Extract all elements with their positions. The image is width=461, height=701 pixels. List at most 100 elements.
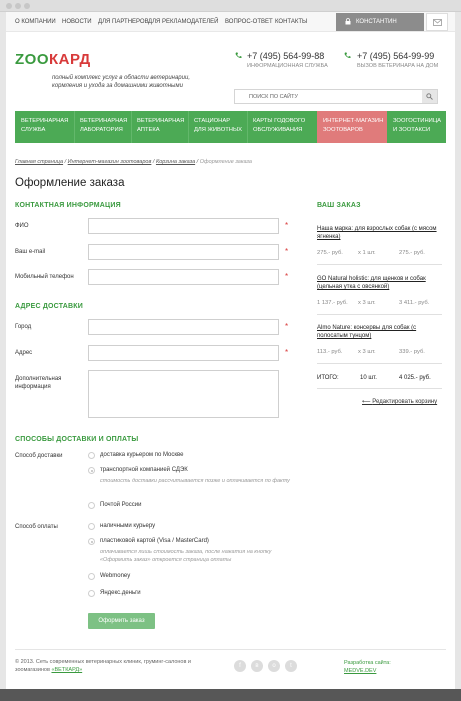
email-field[interactable] bbox=[88, 244, 279, 260]
delivery-post-radio[interactable] bbox=[88, 502, 95, 509]
payment-cash-radio[interactable] bbox=[88, 523, 95, 530]
divider bbox=[317, 363, 442, 364]
order-item-qty: х 3 шт. bbox=[358, 349, 376, 355]
mail-button[interactable] bbox=[426, 13, 448, 31]
vet-call-phone-caption: ВЫЗОВ ВЕТЕРИНАРА НА ДОМ bbox=[357, 63, 439, 69]
city-field[interactable] bbox=[88, 319, 279, 335]
vk-icon[interactable]: в bbox=[251, 660, 263, 672]
payment-note: оплачивается лишь стоимость заказа, посл… bbox=[100, 549, 272, 563]
divider bbox=[317, 264, 442, 265]
required-mark: * bbox=[285, 272, 289, 281]
odnoklassniki-icon[interactable]: о bbox=[268, 660, 280, 672]
delivery-courier-radio[interactable] bbox=[88, 452, 95, 459]
main-menu: ВЕТЕРИНАРНАЯ СЛУЖБА ВЕТЕРИНАРНАЯ ЛАБОРАТОР… bbox=[15, 111, 446, 143]
facebook-icon[interactable]: f bbox=[234, 660, 246, 672]
breadcrumb-shop[interactable]: Интернет-магазин зоотоваров bbox=[68, 159, 152, 165]
email-label: Ваш e-mail bbox=[15, 249, 46, 255]
nav-link-contacts[interactable]: КОНТАКТЫ bbox=[275, 19, 307, 25]
window-dot-icon bbox=[6, 3, 12, 9]
menu-item-vet-service[interactable]: ВЕТЕРИНАРНАЯ СЛУЖБА bbox=[15, 111, 68, 143]
menu-item-online-shop[interactable]: ИНТЕРНЕТ-МАГАЗИН ЗООТОВАРОВ bbox=[317, 111, 387, 143]
order-item-sum: 3 411.- руб. bbox=[399, 300, 430, 306]
phone-icon bbox=[235, 52, 242, 59]
envelope-icon bbox=[433, 19, 442, 26]
order-item-price: 275.- руб. bbox=[317, 250, 343, 256]
menu-item-vet-pharmacy[interactable]: ВЕТЕРИНАРНАЯ АПТЕКА bbox=[131, 111, 188, 143]
window-dot-icon bbox=[24, 3, 30, 9]
required-mark: * bbox=[285, 221, 289, 230]
footer-divider bbox=[15, 649, 446, 650]
delivery-courier-label[interactable]: доставка курьером по Москве bbox=[100, 452, 183, 458]
lock-icon bbox=[345, 18, 351, 25]
vet-call-phone[interactable]: +7 (495) 564-99-99 bbox=[357, 51, 434, 61]
address-field[interactable] bbox=[88, 345, 279, 361]
order-item-name[interactable]: Almo Nature: консервы для собак (с полос… bbox=[317, 324, 445, 340]
contact-section-heading: КОНТАКТНАЯ ИНФОРМАЦИЯ bbox=[15, 202, 121, 209]
payment-webmoney-label[interactable]: Webmoney bbox=[100, 573, 130, 579]
site-tagline: полный комплекс услуг в области ветерина… bbox=[52, 75, 190, 89]
payment-yandex-label[interactable]: Яндекс.деньги bbox=[100, 590, 141, 596]
menu-item-vet-lab[interactable]: ВЕТЕРИНАРНАЯ ЛАБОРАТОРИЯ bbox=[74, 111, 131, 143]
fio-field[interactable] bbox=[88, 218, 279, 234]
menu-item-service-cards[interactable]: КАРТЫ ГОДОВОГО ОБСЛУЖИВАНИЯ bbox=[247, 111, 317, 143]
order-item-qty: х 3 шт. bbox=[358, 300, 376, 306]
payment-webmoney-radio[interactable] bbox=[88, 573, 95, 580]
city-label: Город bbox=[15, 324, 32, 330]
order-item-sum: 275.- руб. bbox=[399, 250, 425, 256]
menu-item-pet-hotel[interactable]: ЗООГОСТИНИЦА И ЗООТАКСИ bbox=[387, 111, 446, 143]
window-dot-icon bbox=[15, 3, 21, 9]
nav-link-advertisers[interactable]: ДЛЯ РЕКЛАМОДАТЕЛЕЙ bbox=[148, 19, 219, 25]
nav-link-about[interactable]: О КОМПАНИИ bbox=[15, 19, 56, 25]
required-mark: * bbox=[285, 348, 289, 357]
breadcrumb-current: Оформление заказа bbox=[199, 159, 252, 165]
divider bbox=[317, 388, 442, 389]
nav-link-news[interactable]: НОВОСТИ bbox=[62, 19, 92, 25]
order-section-heading: ВАШ ЗАКАЗ bbox=[317, 202, 361, 209]
footer-brand-link[interactable]: «ВЕТКАРД» bbox=[51, 667, 82, 673]
payment-card-radio[interactable] bbox=[88, 538, 95, 545]
page-title: Оформление заказа bbox=[15, 177, 125, 189]
edit-cart-link[interactable]: ⟵ Редактировать корзину bbox=[362, 398, 437, 405]
delivery-method-label: Способ доставки bbox=[15, 453, 63, 459]
delivery-cdek-radio[interactable] bbox=[88, 467, 95, 474]
breadcrumb: Главная страница / Интернет-магазин зоот… bbox=[15, 159, 252, 165]
fio-label: ФИО bbox=[15, 223, 29, 229]
order-item-price: 113.- руб. bbox=[317, 349, 343, 355]
address-section-heading: АДРЕС ДОСТАВКИ bbox=[15, 303, 84, 310]
search-field[interactable]: ПОИСК ПО САЙТУ bbox=[234, 89, 438, 104]
total-sum: 4 025.- руб. bbox=[399, 375, 431, 381]
delivery-post-label[interactable]: Почтой России bbox=[100, 502, 141, 508]
payment-cash-label[interactable]: наличными курьеру bbox=[100, 523, 155, 529]
developer-link[interactable]: MEDVE.DEV bbox=[344, 667, 391, 675]
nav-link-partners[interactable]: ДЛЯ ПАРТНЕРОВ bbox=[98, 19, 149, 25]
total-label: ИТОГО: bbox=[317, 375, 339, 381]
footer-copyright: © 2013. Сеть современных ветеринарных кл… bbox=[15, 659, 191, 673]
site-logo[interactable]: ZOOКАРД bbox=[15, 51, 91, 68]
phone-field[interactable] bbox=[88, 269, 279, 285]
payment-yandex-radio[interactable] bbox=[88, 590, 95, 597]
user-account-button[interactable]: КОНСТАНТИН bbox=[336, 13, 424, 31]
order-item-name[interactable]: GO Natural holistic: для щенков и собак … bbox=[317, 275, 445, 291]
payment-method-label: Способ оплаты bbox=[15, 524, 58, 530]
nav-link-faq[interactable]: ВОПРОС-ОТВЕТ bbox=[225, 19, 273, 25]
delivery-section-heading: СПОСОБЫ ДОСТАВКИ И ОПЛАТЫ bbox=[15, 436, 139, 443]
phone-label: Мобильный телефон bbox=[15, 274, 74, 280]
payment-card-label[interactable]: пластиковой картой (Visa / MasterCard) bbox=[100, 538, 209, 544]
delivery-note: стоимость доставки рассчитывается позже … bbox=[100, 478, 290, 484]
twitter-icon[interactable]: t bbox=[285, 660, 297, 672]
order-item-qty: х 1 шт. bbox=[358, 250, 376, 256]
menu-item-hospital[interactable]: СТАЦИОНАР ДЛЯ ЖИВОТНЫХ bbox=[188, 111, 247, 143]
delivery-cdek-label[interactable]: транспортной компанией СДЭК bbox=[100, 467, 188, 473]
extra-info-field[interactable] bbox=[88, 370, 279, 418]
submit-order-button[interactable]: Оформить заказ bbox=[88, 613, 155, 629]
required-mark: * bbox=[285, 247, 289, 256]
required-mark: * bbox=[285, 322, 289, 331]
info-phone[interactable]: +7 (495) 564-99-88 bbox=[247, 51, 324, 61]
search-button[interactable] bbox=[422, 90, 437, 103]
breadcrumb-home[interactable]: Главная страница bbox=[15, 159, 63, 165]
user-name: КОНСТАНТИН bbox=[356, 19, 397, 25]
breadcrumb-cart[interactable]: Корзина заказа bbox=[156, 159, 195, 165]
developer-label: Разработка сайта: bbox=[344, 660, 391, 666]
search-input[interactable]: ПОИСК ПО САЙТУ bbox=[249, 94, 298, 100]
order-item-name[interactable]: Наша марка: для взрослых собак (с мясом … bbox=[317, 225, 445, 241]
